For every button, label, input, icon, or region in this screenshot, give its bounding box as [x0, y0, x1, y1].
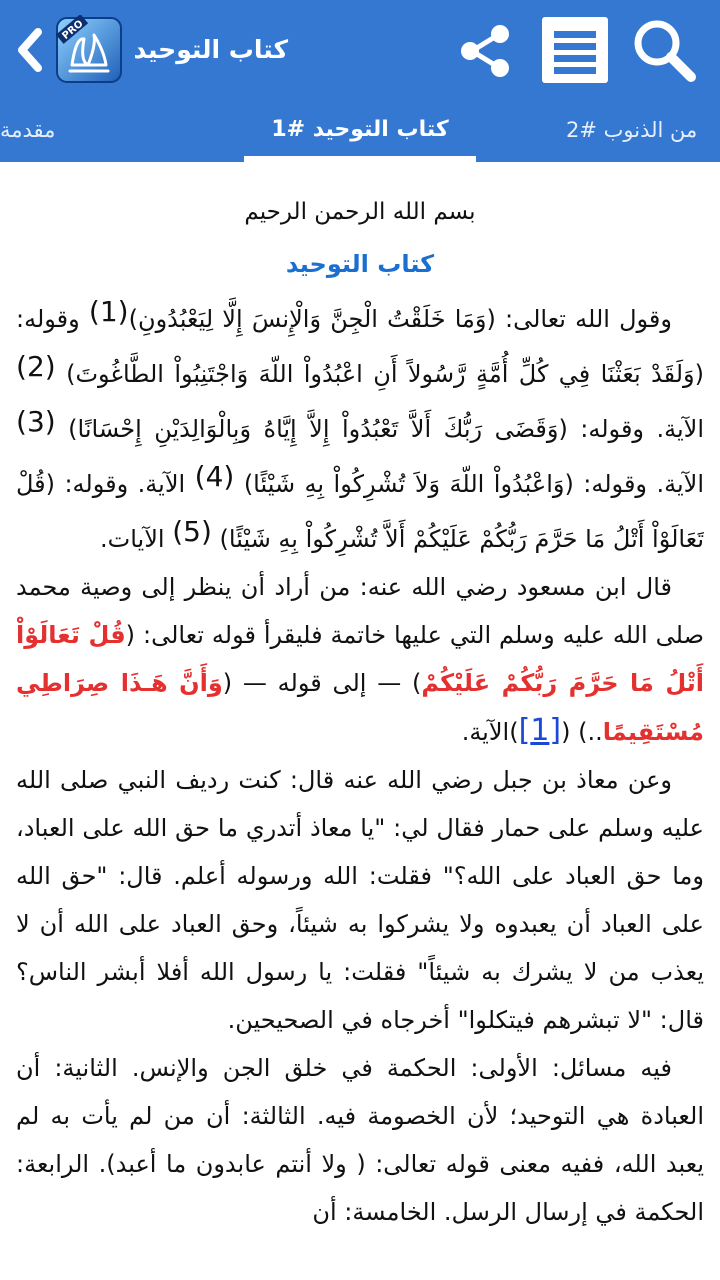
verse-text: الآيات. [99, 525, 173, 553]
paragraph-muadh: وعن معاذ بن جبل رضي الله عنه قال: كنت رد… [16, 766, 704, 1034]
tab-introduction[interactable]: مقدمة [0, 100, 80, 162]
verse-text: الآية. وقوله: (وَاعْبُدُواْ اللّهَ وَلاَ… [243, 470, 704, 498]
tab-sins-2[interactable]: من الذنوب #2 [566, 100, 720, 162]
verse-text: الآية. وقوله: (وَقَضَى رَبُّكَ أَلاَّ تَ… [68, 415, 704, 443]
paragraph-issues: فيه مسائل: الأولى: الحكمة في خلق الجن وا… [16, 1054, 704, 1226]
app-title: كتاب التوحيد [133, 35, 288, 64]
paragraph-verses: وقول الله تعالى: (وَمَا خَلَقْتُ الْجِنَ… [16, 288, 704, 563]
verse-text: وقول الله تعالى: (وَمَا خَلَقْتُ الْجِنَ… [128, 305, 672, 333]
footnote-5[interactable]: (5) [172, 515, 212, 548]
footnote-4[interactable]: (4) [195, 460, 235, 493]
reference-link-1[interactable]: [1] [519, 713, 562, 748]
share-icon[interactable] [456, 22, 514, 80]
chapter-title: كتاب التوحيد [285, 250, 435, 278]
basmala: بسم الله الرحمن الرحيم [244, 199, 476, 225]
chevron-left-icon[interactable] [14, 26, 44, 74]
footnote-3[interactable]: (3) [16, 405, 56, 438]
tab-bar: مقدمة كتاب التوحيد #1 من الذنوب #2 [0, 100, 720, 162]
footnote-2[interactable]: (2) [16, 350, 56, 383]
narration-text: ..) ( [561, 718, 603, 746]
app-logo[interactable]: PRO [54, 15, 124, 85]
tab-kitab-tawhid-1[interactable]: كتاب التوحيد #1 [244, 100, 476, 162]
paragraph-ibn-masud: قال ابن مسعود رضي الله عنه: من أراد أن ي… [16, 563, 704, 756]
app-bar: PRO كتاب التوحيد [0, 0, 720, 100]
book-content: بسم الله الرحمن الرحيم كتاب التوحيد وقول… [16, 188, 704, 1280]
footnote-1[interactable]: (1) [89, 295, 129, 328]
tab-introduction-label: مقدمة [0, 118, 56, 142]
active-tab-indicator [244, 156, 476, 162]
tab-sins-2-label: من الذنوب #2 [566, 118, 698, 142]
narration-text: )الآية. [461, 718, 519, 746]
search-icon[interactable] [630, 16, 698, 84]
narration-text: ) — إلى قوله — ( [222, 669, 422, 697]
list-menu-icon[interactable] [540, 15, 610, 85]
